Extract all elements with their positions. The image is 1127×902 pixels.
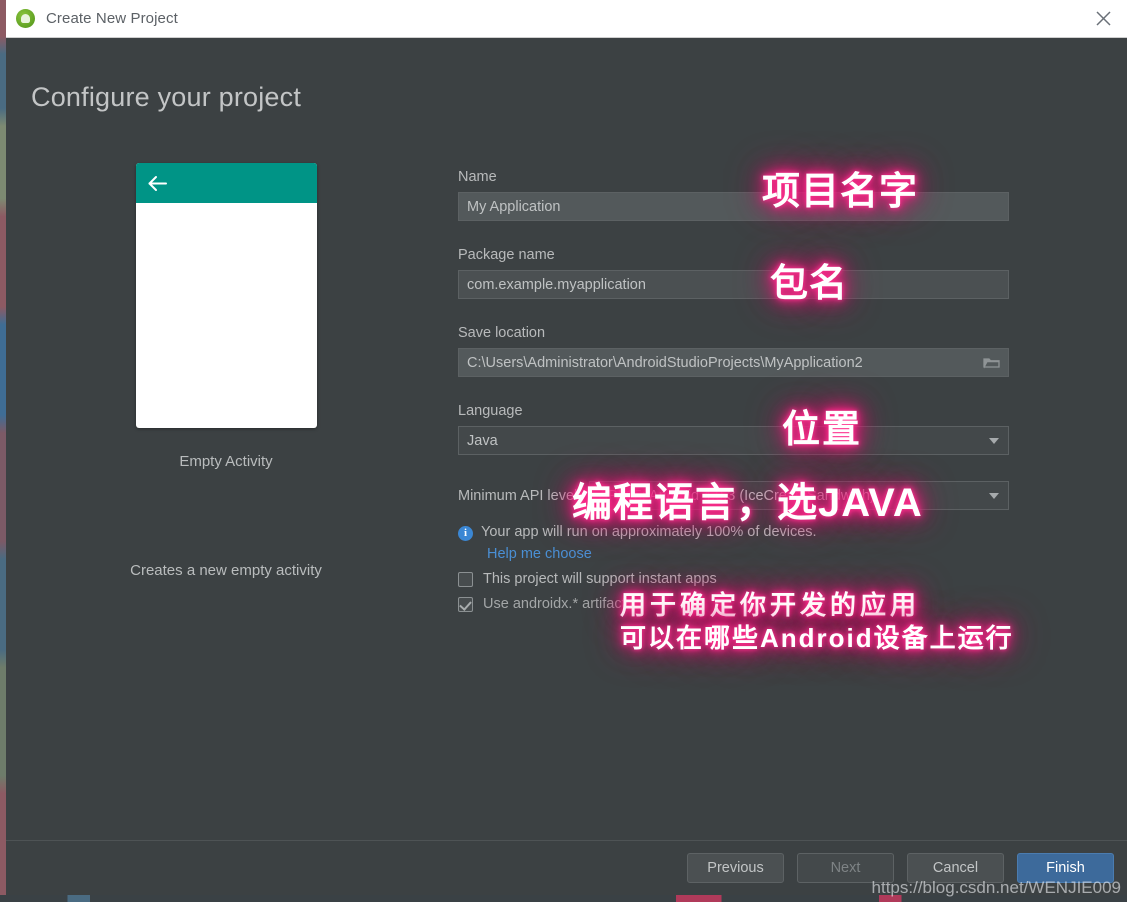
device-coverage-text: Your app will run on approximately 100% … bbox=[481, 524, 817, 540]
close-icon[interactable] bbox=[1080, 0, 1127, 37]
save-location-input[interactable]: C:\Users\Administrator\AndroidStudioProj… bbox=[458, 348, 1009, 377]
template-preview-panel: Empty Activity Creates a new empty activ… bbox=[6, 163, 446, 579]
next-button[interactable]: Next bbox=[797, 853, 894, 883]
save-location-field-group: Save location C:\Users\Administrator\And… bbox=[458, 325, 1009, 377]
name-label: Name bbox=[458, 169, 497, 185]
name-input-value: My Application bbox=[467, 198, 561, 215]
package-name-input-value: com.example.myapplication bbox=[467, 276, 646, 293]
dialog-footer: Previous Next Cancel Finish bbox=[6, 840, 1127, 895]
chevron-down-icon bbox=[989, 492, 999, 499]
folder-icon[interactable] bbox=[978, 352, 1004, 373]
language-field-group: Language Java bbox=[458, 403, 1009, 455]
dialog-titlebar: Create New Project bbox=[6, 0, 1127, 38]
minimum-api-level-select[interactable]: API 15: Android 4.0.3 (IceCreamSandwich) bbox=[589, 481, 1009, 510]
name-field-group: Name My Application bbox=[458, 169, 1009, 221]
package-name-input[interactable]: com.example.myapplication bbox=[458, 270, 1009, 299]
language-select[interactable]: Java bbox=[458, 426, 1009, 455]
androidx-checkbox[interactable] bbox=[458, 596, 473, 612]
create-new-project-dialog: Create New Project Configure your projec… bbox=[6, 0, 1127, 895]
activity-preview-card bbox=[135, 163, 317, 428]
cancel-button[interactable]: Cancel bbox=[907, 853, 1004, 883]
project-config-form: Name My Application Package name com.exa… bbox=[458, 169, 1009, 621]
package-field-group: Package name com.example.myapplication bbox=[458, 247, 1009, 299]
instant-apps-checkbox-row[interactable]: This project will support instant apps bbox=[458, 571, 1009, 587]
name-input[interactable]: My Application bbox=[458, 192, 1009, 221]
minimum-api-level-value: API 15: Android 4.0.3 (IceCreamSandwich) bbox=[598, 487, 875, 504]
window-title: Create New Project bbox=[46, 10, 178, 27]
save-location-input-value: C:\Users\Administrator\AndroidStudioProj… bbox=[467, 354, 863, 371]
package-name-label: Package name bbox=[458, 247, 555, 263]
save-location-label: Save location bbox=[458, 325, 546, 341]
language-select-value: Java bbox=[467, 432, 498, 449]
arrow-left-icon bbox=[148, 175, 167, 191]
device-coverage-info: i Your app will run on approximately 100… bbox=[458, 524, 1009, 541]
androidx-label: Use androidx.* artifacts bbox=[483, 596, 633, 612]
chevron-down-icon bbox=[989, 437, 999, 444]
previous-button[interactable]: Previous bbox=[687, 853, 784, 883]
androidx-checkbox-row[interactable]: Use androidx.* artifacts bbox=[458, 596, 1009, 612]
minimum-api-level-label: Minimum API level bbox=[458, 487, 578, 504]
instant-apps-label: This project will support instant apps bbox=[483, 571, 717, 587]
instant-apps-checkbox[interactable] bbox=[458, 571, 473, 587]
page-title: Configure your project bbox=[31, 82, 302, 112]
template-description: Creates a new empty activity bbox=[130, 562, 322, 579]
info-icon: i bbox=[458, 526, 473, 541]
preview-appbar bbox=[135, 163, 317, 203]
android-logo-icon bbox=[16, 9, 35, 28]
language-label: Language bbox=[458, 403, 523, 419]
template-name: Empty Activity bbox=[179, 453, 273, 470]
minimum-api-row: Minimum API level API 15: Android 4.0.3 … bbox=[458, 481, 1009, 510]
help-me-choose-link[interactable]: Help me choose bbox=[487, 546, 592, 562]
dialog-body: Empty Activity Creates a new empty activ… bbox=[6, 113, 1127, 840]
finish-button[interactable]: Finish bbox=[1017, 853, 1114, 883]
